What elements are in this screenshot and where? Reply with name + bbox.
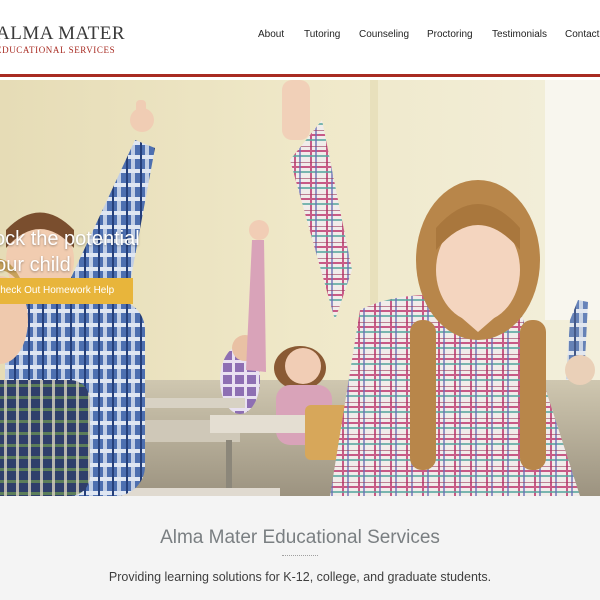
intro-section: Alma Mater Educational Services Providin… bbox=[0, 496, 600, 600]
nav-item-about[interactable]: About bbox=[258, 29, 284, 40]
intro-title: Alma Mater Educational Services bbox=[160, 527, 440, 548]
logo-wordmark: ALMA MATER bbox=[0, 23, 126, 44]
nav-item-counseling[interactable]: Counseling bbox=[359, 29, 409, 40]
homework-help-button[interactable]: Check Out Homework Help bbox=[0, 278, 133, 304]
nav-item-proctoring[interactable]: Proctoring bbox=[427, 29, 473, 40]
nav-item-contact[interactable]: Contact bbox=[565, 29, 599, 40]
logo-tagline: EDUCATIONAL SERVICES bbox=[0, 45, 116, 55]
nav-item-tutoring[interactable]: Tutoring bbox=[304, 29, 340, 40]
site-logo[interactable]: ALMA MATER EDUCATIONAL SERVICES bbox=[0, 23, 126, 56]
site-header: ALMA MATER EDUCATIONAL SERVICES About Tu… bbox=[0, 0, 600, 77]
homework-help-button-label: Check Out Homework Help bbox=[0, 285, 115, 296]
nav-item-testimonials[interactable]: Testimonials bbox=[492, 29, 547, 40]
intro-subtitle: Providing learning solutions for K-12, c… bbox=[108, 570, 492, 584]
hero-headline-line2: in your child bbox=[0, 254, 71, 276]
intro-divider bbox=[282, 555, 318, 556]
hero-banner: Unlock the potential in your child Check… bbox=[0, 80, 600, 496]
hero-headline: Unlock the potential in your child bbox=[0, 226, 140, 278]
hero-headline-line1: Unlock the potential bbox=[0, 228, 140, 250]
